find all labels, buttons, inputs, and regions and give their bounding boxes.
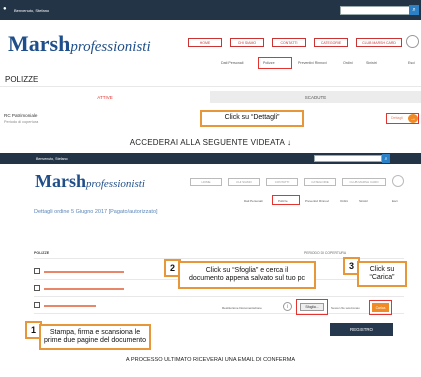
document-link-3[interactable] <box>44 305 96 307</box>
nav-chi-siamo-2[interactable]: CHI SIAMO <box>228 178 260 186</box>
section-polizze: POLIZZE <box>34 251 50 255</box>
search-button[interactable]: ⌕ <box>409 5 419 15</box>
callout-1-line-1: Stampa, firma e scansiona le <box>49 328 141 336</box>
document-icon-2[interactable] <box>34 285 40 291</box>
polizze-highlight-2 <box>272 195 300 205</box>
tab-scadute[interactable]: SCADUTE <box>210 91 421 103</box>
upload-label: Restituzione Documentazione <box>222 306 262 310</box>
panel-2: Benvenuto, Stefano ⌕ Marshprofessionisti… <box>0 153 421 350</box>
subnav-ordini-2[interactable]: Ordini <box>340 199 348 203</box>
logo-brand-2: Marsh <box>35 171 86 191</box>
subnav-preventivi-2[interactable]: Preventivi Rinnovi <box>305 199 329 203</box>
title-separator <box>0 86 421 87</box>
document-icon-3[interactable] <box>34 302 40 308</box>
page-title: POLIZZE <box>5 75 39 84</box>
nav-avatar-icon[interactable] <box>406 35 419 48</box>
browse-highlight <box>296 299 328 315</box>
dettagli-arrow-icon[interactable]: → <box>408 114 418 123</box>
nav-contatti[interactable]: CONTATTI <box>272 38 306 47</box>
welcome-text: Benvenuto, Stefano <box>14 7 50 13</box>
callout-dettagli: Click su “Dettagli” <box>200 110 304 127</box>
nav-contatti-2[interactable]: CONTATTI <box>266 178 298 186</box>
search-input-2[interactable] <box>314 155 382 162</box>
file-note: Nessun file selezionato <box>331 306 360 310</box>
policy-title: RC Patrimoniale <box>4 113 38 118</box>
top-bar: ● Benvenuto, Stefano ⌕ <box>0 0 421 20</box>
subnav-sinistri-2[interactable]: Sinistri <box>359 199 368 203</box>
document-icon-1[interactable] <box>34 268 40 274</box>
logo-suffix: professionisti <box>70 39 151 55</box>
top-bar-2: Benvenuto, Stefano ⌕ <box>0 153 421 164</box>
logo[interactable]: Marshprofessionisti <box>8 31 151 57</box>
user-icon: ● <box>3 6 7 12</box>
callout-2: Click su “Sfoglia” e cerca il documento … <box>178 261 316 289</box>
policy-subtitle: Periodo di copertura <box>4 120 39 124</box>
subnav-esci-2[interactable]: Esci <box>392 199 398 203</box>
tab-attive[interactable]: ATTIVE <box>0 91 210 103</box>
nav-club-marsh-card-2[interactable]: CLUB MARSH CARD <box>342 178 386 186</box>
callout-3-line-2: “Carica” <box>369 274 395 281</box>
search-input[interactable] <box>340 6 410 15</box>
divider-text: ACCEDERAI ALLA SEGUENTE VIDEATA ↓ <box>129 138 292 147</box>
row-separator-3 <box>34 313 404 314</box>
nav-home-2[interactable]: HOME <box>190 178 222 186</box>
search-button-2[interactable]: ⌕ <box>382 154 390 163</box>
nav-categorie[interactable]: CATEGORIE <box>314 38 348 47</box>
logo-2[interactable]: Marshprofessionisti <box>35 171 145 192</box>
document-link-2[interactable] <box>44 288 124 290</box>
info-icon[interactable]: i <box>283 302 292 311</box>
subnav-sinistri[interactable]: Sinistri <box>366 61 377 65</box>
polizze-highlight <box>258 57 292 69</box>
logo-suffix-2: professionisti <box>86 178 145 190</box>
nav-club-marsh-card[interactable]: CLUB MARSH CARD <box>356 38 402 47</box>
dettagli-link[interactable]: Dettagli <box>391 116 403 120</box>
search-icon: ⌕ <box>412 6 416 13</box>
section-periodo: PERIODO DI COPERTURA <box>304 251 347 255</box>
panel-1: ● Benvenuto, Stefano ⌕ Marshprofessionis… <box>0 0 421 140</box>
logo-brand: Marsh <box>8 31 71 56</box>
nav-avatar-icon-2[interactable] <box>392 175 404 187</box>
nav-home[interactable]: HOME <box>188 38 222 47</box>
upload-highlight <box>369 300 392 315</box>
callout-2-line-1: Click su “Sfoglia” e cerca il <box>205 266 289 274</box>
callout-3: Click su “Carica” <box>357 261 407 287</box>
subnav-ordini[interactable]: Ordini <box>343 61 353 65</box>
nav-categorie-2[interactable]: CATEGORIE <box>304 178 336 186</box>
search-icon-2: ⌕ <box>384 155 388 162</box>
row-separator-2 <box>34 296 404 297</box>
footer-text: A PROCESSO ULTIMATO RICEVERAI UNA EMAIL … <box>125 357 296 363</box>
subnav-preventivi[interactable]: Preventivi Rinnovi <box>298 61 327 65</box>
subnav-dati-personali[interactable]: Dati Personali <box>221 61 243 65</box>
subnav-esci[interactable]: Esci <box>408 61 415 65</box>
callout-3-line-1: Click su <box>369 265 395 273</box>
callout-1: Stampa, firma e scansiona le prime due p… <box>39 324 151 350</box>
welcome-text-2: Benvenuto, Stefano <box>36 156 68 161</box>
callout-1-line-2: prime due pagine del documento <box>44 337 146 344</box>
subnav-dati-personali-2[interactable]: Dati Personali <box>244 199 263 203</box>
nav-chi-siamo[interactable]: CHI SIAMO <box>230 38 264 47</box>
document-link-1[interactable] <box>44 271 124 273</box>
callout-2-line-2: documento appena salvato sul tuo pc <box>189 275 305 282</box>
order-title: Dettagli ordine 5 Giugno 2017 [Pagato/au… <box>34 209 158 215</box>
register-button[interactable]: REGISTRO <box>330 323 393 336</box>
